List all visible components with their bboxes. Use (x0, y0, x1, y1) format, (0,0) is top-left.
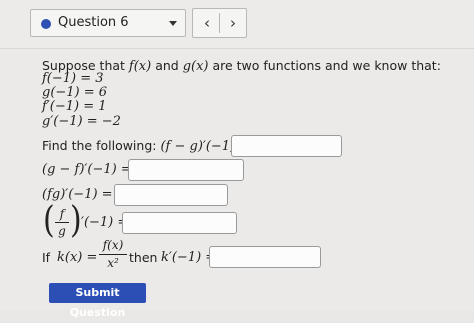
intro-and: and (151, 58, 183, 73)
q5-k: k(x) = (57, 250, 98, 265)
caret-down-icon (169, 21, 177, 26)
next-question-button[interactable]: › (220, 12, 246, 34)
submit-question-button[interactable]: Submit Question (49, 283, 146, 319)
q5-tail: k′(−1) = (161, 250, 217, 265)
previous-question-button[interactable]: ‹ (194, 12, 220, 34)
question-nav: ‹ › (192, 8, 247, 38)
find-text: Find the following: (42, 138, 161, 153)
q5-fraction-bar (99, 254, 127, 255)
answer-input-g-minus-f[interactable] (128, 159, 244, 181)
question-label: Question 6 (58, 15, 129, 30)
find-line: Find the following: (f − g)′(−1) = (42, 138, 250, 154)
given-2: g(−1) = 6 (42, 85, 108, 100)
given-3: f′(−1) = 1 (42, 99, 107, 114)
q5-if: If (42, 250, 51, 265)
status-dot-icon (41, 19, 51, 29)
right-paren: ) (70, 199, 82, 242)
question-header: Question 6 ‹ › (0, 0, 474, 49)
q2-expr: (g − f)′(−1) = (42, 162, 132, 177)
answer-input-quotient[interactable] (122, 212, 237, 234)
q4-denominator: g (58, 224, 66, 238)
q5-numerator: f(x) (102, 238, 124, 252)
answer-input-k-prime[interactable] (209, 246, 321, 268)
answer-input-f-minus-g[interactable] (231, 135, 342, 157)
intro-g: g(x) (182, 59, 209, 74)
left-paren: ( (43, 199, 55, 242)
intro-rest: are two functions and we know that: (208, 58, 441, 73)
question-selector[interactable]: Question 6 (30, 9, 186, 37)
intro-f: f(x) (128, 59, 152, 74)
q4-fraction-bar (55, 222, 69, 223)
answer-input-product[interactable] (114, 184, 228, 206)
given-1: f(−1) = 3 (42, 71, 104, 86)
q5-denominator: x² (107, 256, 119, 270)
q5-then: then (129, 250, 158, 265)
given-4: g′(−1) = −2 (42, 114, 121, 129)
q4-numerator: f (59, 207, 65, 221)
